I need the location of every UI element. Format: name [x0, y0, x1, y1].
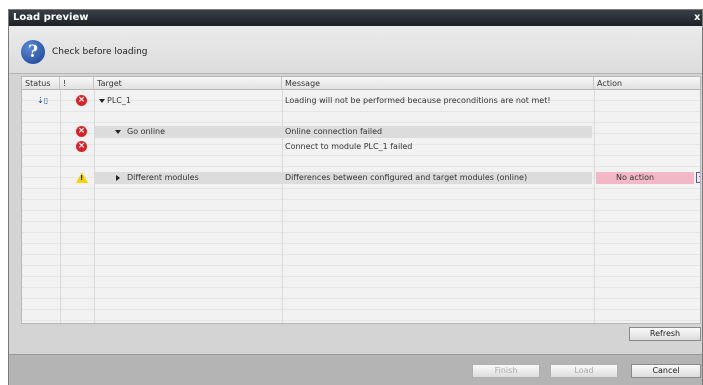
title-bar: Load preview x — [9, 10, 702, 26]
table-row[interactable]: × Go online Online connection failed — [22, 126, 700, 138]
load-preview-table: Status ! Target Message Action ⇣▯ × PLC_… — [21, 76, 701, 324]
error-icon: × — [76, 126, 87, 137]
message-text: Differences between configured and targe… — [285, 173, 528, 182]
finish-button[interactable]: Finish — [472, 364, 540, 378]
column-header-action[interactable]: Action — [594, 77, 700, 90]
column-header-message[interactable]: Message — [282, 77, 594, 90]
question-icon: ? — [21, 40, 45, 64]
load-button[interactable]: Load — [550, 364, 618, 378]
table-row[interactable]: ⇣▯ × PLC_1 Loading will not be performed… — [22, 95, 700, 107]
error-icon: × — [76, 95, 87, 106]
target-label: PLC_1 — [107, 96, 131, 105]
column-header-flag[interactable]: ! — [60, 77, 94, 90]
error-icon: × — [76, 141, 87, 152]
column-header-target[interactable]: Target — [94, 77, 282, 90]
close-icon[interactable]: x — [694, 10, 702, 26]
message-text: Connect to module PLC_1 failed — [285, 142, 413, 151]
header-text: Check before loading — [52, 47, 148, 57]
column-divider — [94, 90, 95, 323]
refresh-button[interactable]: Refresh — [629, 327, 701, 341]
table-row[interactable]: × Connect to module PLC_1 failed — [22, 141, 700, 153]
dialog-header: ? Check before loading — [9, 26, 702, 74]
collapse-icon[interactable] — [116, 175, 120, 181]
warning-icon: ! — [76, 172, 88, 183]
dialog-footer: Finish Load Cancel — [9, 354, 702, 385]
column-divider — [282, 90, 283, 323]
chevron-down-icon[interactable] — [696, 172, 700, 183]
expand-icon[interactable] — [115, 130, 121, 134]
message-text: Loading will not be performed because pr… — [285, 96, 551, 105]
column-divider — [594, 90, 595, 323]
column-header-status[interactable]: Status — [22, 77, 60, 90]
target-label: Different modules — [127, 173, 199, 182]
dialog-title: Load preview — [13, 12, 89, 23]
target-label: Go online — [127, 127, 166, 136]
cancel-button[interactable]: Cancel — [631, 364, 701, 378]
expand-icon[interactable] — [99, 99, 105, 103]
action-select[interactable]: No action — [596, 172, 694, 184]
grid-lines — [22, 90, 700, 323]
load-preview-dialog: Load preview x ? Check before loading St… — [8, 9, 703, 385]
message-text: Online connection failed — [285, 127, 383, 136]
column-divider — [60, 90, 61, 323]
table-row[interactable]: ! Different modules Differences between … — [22, 172, 700, 184]
download-status-icon: ⇣▯ — [37, 96, 49, 105]
